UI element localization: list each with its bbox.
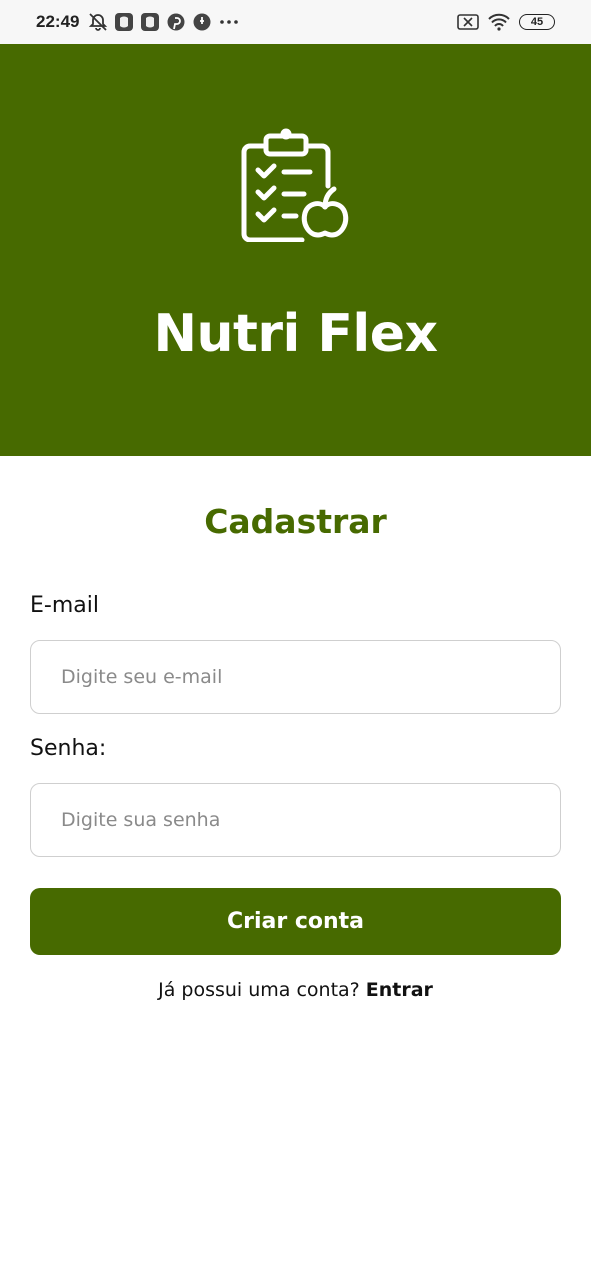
- app-notification-icon: [140, 12, 160, 32]
- signup-form: Cadastrar E-mail Senha: Criar conta Já p…: [30, 456, 561, 1001]
- wifi-icon: [487, 13, 511, 31]
- email-label: E-mail: [30, 593, 99, 618]
- page-title: Cadastrar: [204, 502, 387, 541]
- password-field[interactable]: [30, 783, 561, 857]
- status-time: 22:49: [36, 12, 80, 31]
- more-dots-icon: [218, 12, 240, 32]
- status-left-icons: [88, 12, 240, 32]
- pinterest-icon: [166, 12, 186, 32]
- status-right-icons: 45: [457, 13, 555, 31]
- create-account-button[interactable]: Criar conta: [30, 888, 561, 955]
- app-notification-icon: [114, 12, 134, 32]
- login-link[interactable]: Entrar: [366, 979, 433, 1001]
- password-label: Senha:: [30, 736, 107, 761]
- hero-banner: Nutri Flex: [0, 44, 591, 456]
- app-title: Nutri Flex: [153, 304, 438, 364]
- login-prompt-text: Já possui uma conta?: [158, 979, 360, 1001]
- status-bar: 22:49 45: [0, 0, 591, 44]
- touch-icon: [192, 12, 212, 32]
- sim-off-icon: [457, 13, 479, 31]
- clipboard-checklist-apple-icon: [238, 128, 354, 243]
- email-field[interactable]: [30, 640, 561, 714]
- alarm-off-icon: [88, 12, 108, 32]
- login-prompt-row: Já possui uma conta? Entrar: [30, 979, 561, 1001]
- battery-icon: 45: [519, 14, 555, 30]
